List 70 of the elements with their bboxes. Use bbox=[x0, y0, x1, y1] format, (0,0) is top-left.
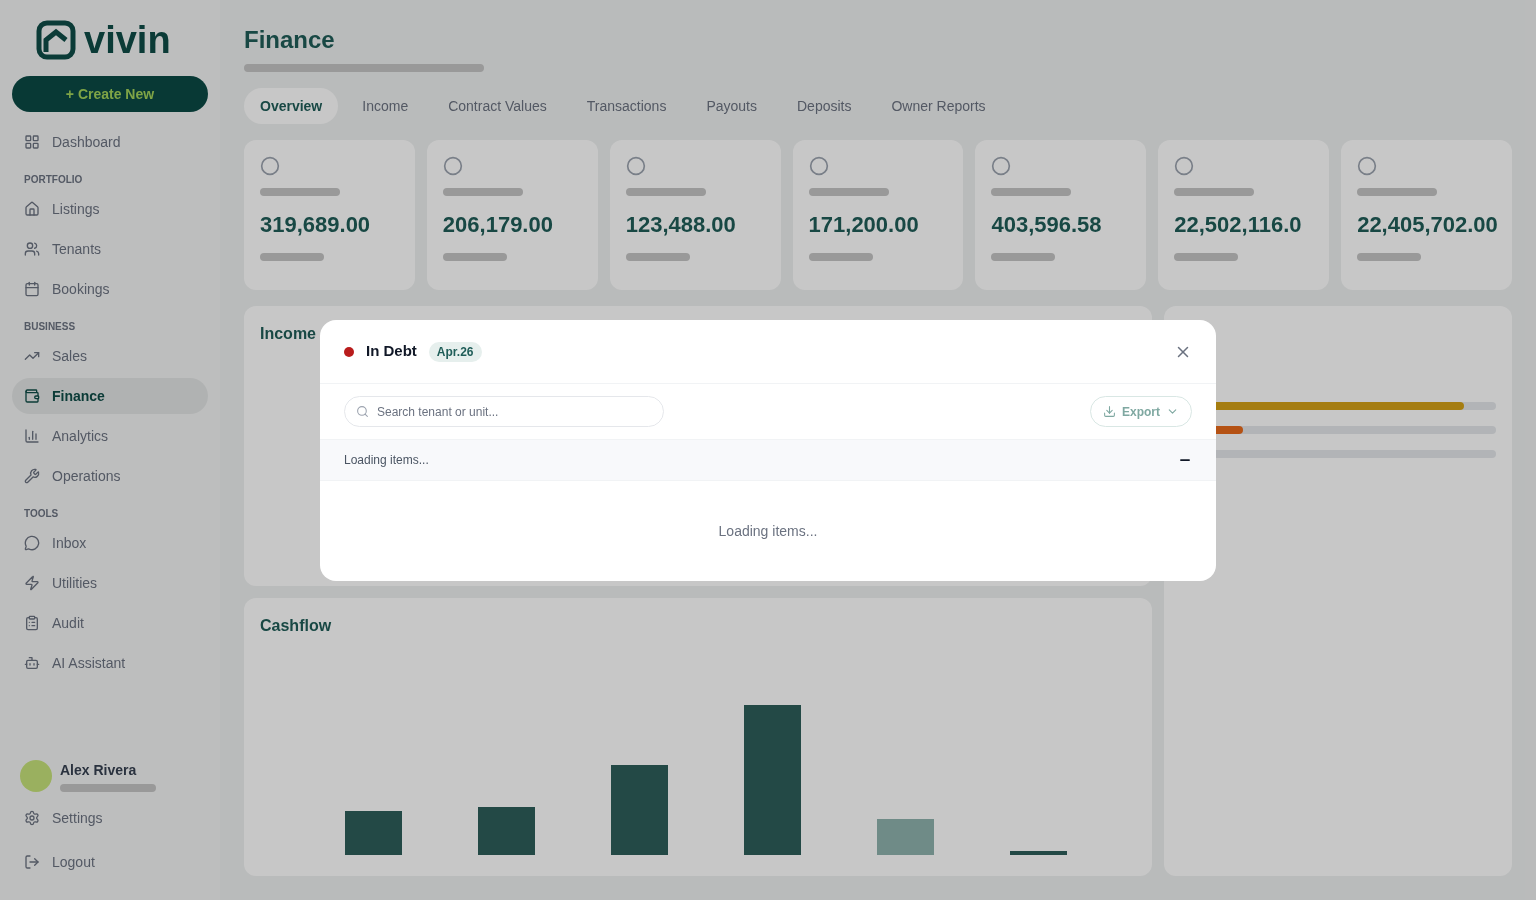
sidebar-item[interactable]: Dashboard bbox=[12, 124, 208, 160]
sidebar-item[interactable]: Audit bbox=[12, 605, 208, 641]
chart-bar bbox=[877, 819, 934, 855]
menu-icon bbox=[24, 241, 40, 257]
sidebar-item[interactable]: Logout bbox=[12, 844, 208, 880]
sidebar-item[interactable]: Tenants bbox=[12, 231, 208, 267]
sidebar-item[interactable]: Bookings bbox=[12, 271, 208, 307]
logo-text: vivin bbox=[84, 21, 171, 59]
create-new-button[interactable]: + Create New bbox=[12, 76, 208, 112]
section-heading: TOOLS bbox=[23, 507, 60, 521]
tab[interactable]: Income bbox=[346, 88, 425, 124]
blurred-line bbox=[1174, 253, 1239, 261]
menu-icon bbox=[24, 655, 40, 671]
section-heading: PORTFOLIO bbox=[23, 173, 84, 187]
blurred-line bbox=[625, 253, 690, 261]
sidebar-item[interactable]: Listings bbox=[12, 191, 208, 227]
search-field[interactable]: Search tenant or unit... bbox=[344, 396, 664, 427]
menu-icon bbox=[24, 575, 40, 591]
chart-bar bbox=[478, 807, 535, 855]
search-icon bbox=[356, 405, 369, 418]
stat-value: 171,200.00 bbox=[808, 211, 920, 239]
sidebar-item[interactable]: Sales bbox=[12, 338, 208, 374]
menu-icon bbox=[24, 201, 40, 217]
menu-icon bbox=[24, 428, 40, 444]
tab[interactable]: Payouts bbox=[690, 88, 773, 124]
stat-value: 206,179.00 bbox=[442, 211, 554, 239]
loading-text: Loading items... bbox=[718, 522, 818, 541]
menu-icon bbox=[24, 468, 40, 484]
sidebar-item[interactable]: Finance bbox=[12, 378, 208, 414]
panel-title: Cashflow bbox=[260, 616, 333, 636]
blurred-line bbox=[991, 253, 1056, 261]
avatar bbox=[20, 760, 52, 792]
user-name: Alex Rivera bbox=[60, 761, 138, 780]
menu-icon bbox=[24, 615, 40, 631]
stat-value: 22,502,116.0 bbox=[1174, 211, 1303, 239]
tab[interactable]: Deposits bbox=[781, 88, 868, 124]
section-heading: BUSINESS bbox=[23, 320, 77, 334]
blurred-line bbox=[808, 253, 873, 261]
sidebar-item[interactable]: AI Assistant bbox=[12, 645, 208, 681]
menu-icon bbox=[24, 535, 40, 551]
group-header[interactable]: Loading items... bbox=[320, 439, 1216, 481]
stat-value: 319,689.00 bbox=[260, 211, 372, 239]
sidebar-item[interactable]: Operations bbox=[12, 458, 208, 494]
sidebar-item[interactable]: Settings bbox=[12, 800, 208, 836]
menu-icon bbox=[24, 281, 40, 297]
blurred-line bbox=[1357, 253, 1422, 261]
chart-bar bbox=[1010, 851, 1067, 855]
panel-title: Income bbox=[260, 325, 316, 342]
stat-value: 22,405,702.00 bbox=[1357, 211, 1496, 239]
download-icon bbox=[1103, 405, 1116, 418]
menu-icon bbox=[24, 134, 40, 150]
stat-value: 403,596.58 bbox=[991, 211, 1103, 239]
sidebar-item[interactable]: Utilities bbox=[12, 565, 208, 601]
blurred-line bbox=[260, 253, 324, 261]
menu-icon bbox=[24, 388, 40, 404]
sidebar-item[interactable]: Analytics bbox=[12, 418, 208, 454]
tab[interactable]: Owner Reports bbox=[875, 88, 1002, 124]
page-title: Finance bbox=[244, 25, 336, 55]
tab[interactable]: Overview bbox=[244, 88, 339, 124]
blurred-line bbox=[442, 253, 507, 261]
stat-value: 123,488.00 bbox=[625, 211, 737, 239]
tab[interactable]: Contract Values bbox=[432, 88, 563, 124]
logout-icon bbox=[24, 854, 40, 870]
house-logo-icon bbox=[36, 20, 76, 60]
tab[interactable]: Transactions bbox=[570, 88, 683, 124]
chart-bar bbox=[345, 811, 402, 855]
sidebar-item[interactable]: Inbox bbox=[12, 525, 208, 561]
settings-icon bbox=[24, 810, 40, 826]
date-badge: Apr.26 bbox=[428, 341, 482, 362]
modal-title: In Debt bbox=[366, 341, 417, 362]
